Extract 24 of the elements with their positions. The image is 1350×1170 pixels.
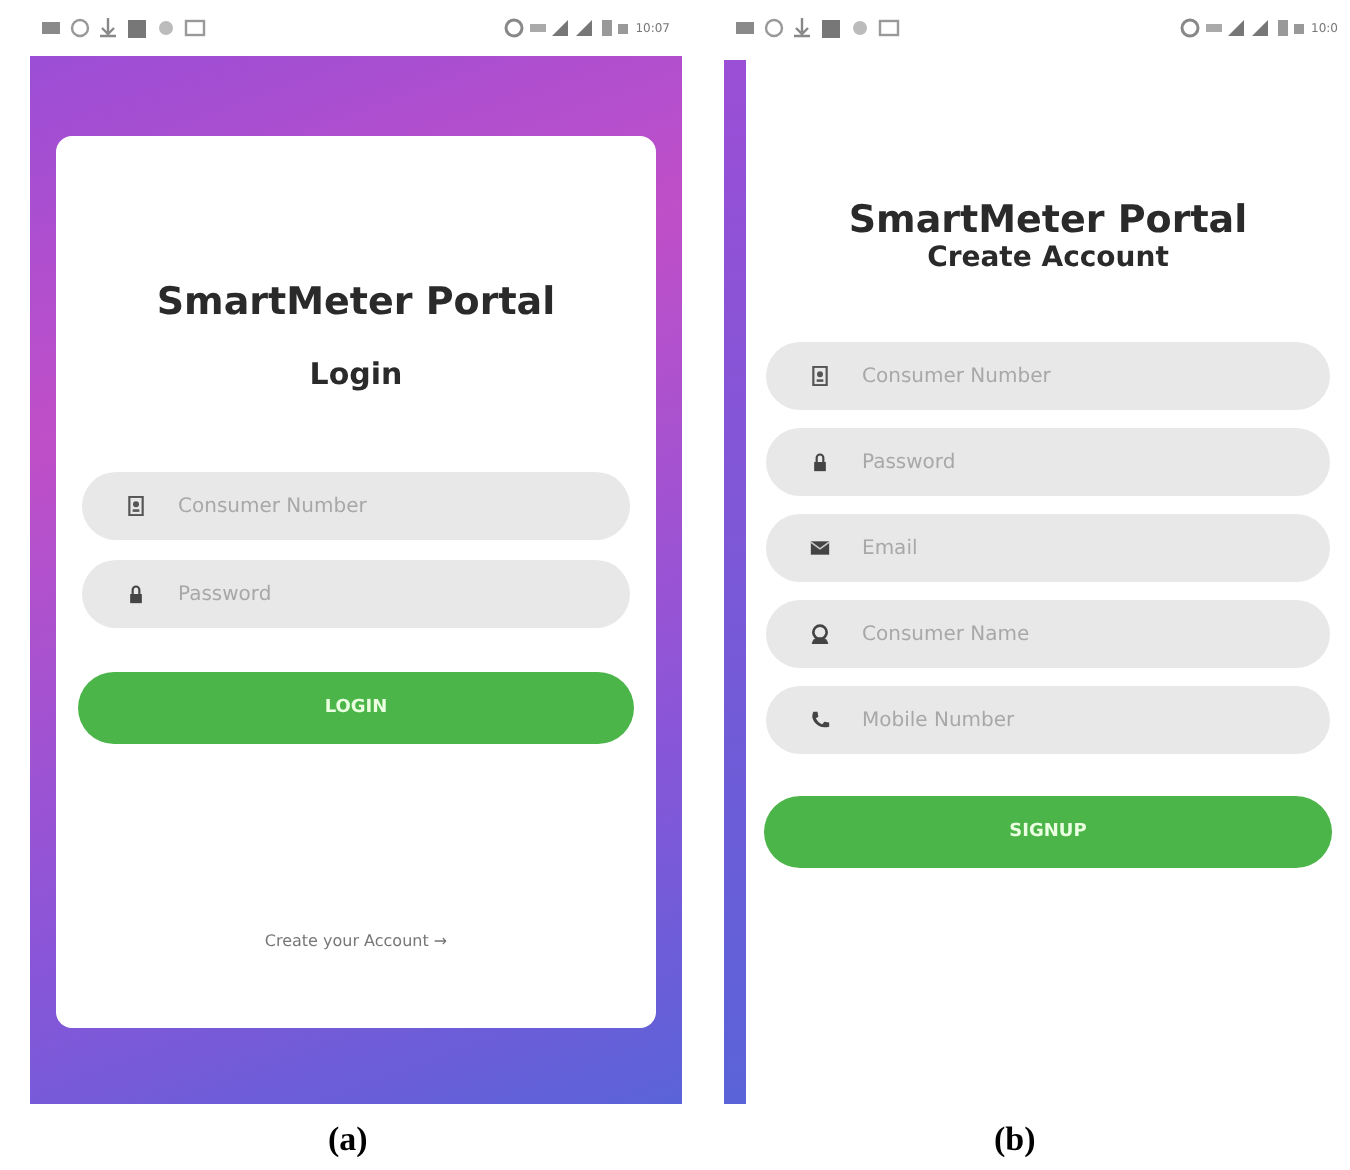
input-field[interactable]: Email — [766, 514, 1330, 582]
lock-icon — [810, 452, 830, 472]
person-icon — [810, 624, 830, 644]
input-field[interactable]: Password — [766, 428, 1330, 496]
id-card-icon — [810, 366, 830, 386]
create-account-link[interactable]: Create your Account → — [264, 932, 448, 950]
lock-icon — [126, 584, 146, 604]
phone-icon — [810, 710, 830, 730]
signup-button[interactable]: SIGNUP — [764, 796, 1332, 868]
app-title: SmartMeter Portal — [848, 198, 1248, 242]
figure-caption: (a) — [328, 1120, 368, 1160]
id-card-icon — [126, 496, 146, 516]
figure-caption: (b) — [994, 1120, 1036, 1160]
screen-heading: Login — [309, 356, 403, 392]
system-icons-drawing — [503, 18, 628, 38]
input-field[interactable]: Consumer Number — [82, 472, 630, 540]
input-field[interactable]: Consumer Number — [766, 342, 1330, 410]
input-field[interactable]: Mobile Number — [766, 686, 1330, 754]
input-field[interactable]: Password — [82, 560, 630, 628]
app-title: SmartMeter Portal — [156, 280, 556, 324]
login-button[interactable]: LOGIN — [78, 672, 634, 744]
screen-heading: Create Account — [927, 242, 1169, 274]
input-field[interactable]: Consumer Name — [766, 600, 1330, 668]
system-icons-drawing — [1179, 18, 1304, 38]
